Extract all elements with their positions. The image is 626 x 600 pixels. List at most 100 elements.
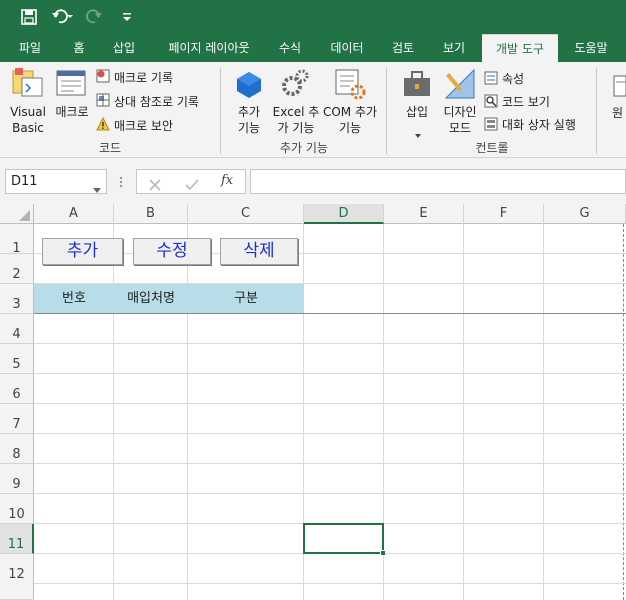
- view-code-label: 코드 보기: [502, 95, 550, 109]
- grid-line: [34, 583, 626, 584]
- table-header-number: 번호: [34, 284, 114, 313]
- tab-view[interactable]: 보기: [434, 34, 474, 62]
- column-header-g[interactable]: G: [544, 204, 626, 224]
- tab-data[interactable]: 데이터: [322, 34, 372, 62]
- row-header-3[interactable]: 3: [0, 284, 34, 314]
- record-macro-icon: [96, 68, 110, 83]
- grid-line: [34, 373, 626, 374]
- ribbon-tab-bar: 파일 홈 삽입 페이지 레이아웃 수식 데이터 검토 보기 개발 도구 도움말: [0, 34, 626, 62]
- group-label-code: 코드: [98, 141, 122, 155]
- select-all-corner[interactable]: [0, 204, 34, 224]
- run-dialog-icon: [484, 116, 498, 131]
- macro-security-label: 매크로 보안: [114, 119, 174, 133]
- insert-function-icon[interactable]: fx: [221, 173, 233, 188]
- grid-line: [34, 433, 626, 434]
- row-header-2[interactable]: 2: [0, 254, 34, 284]
- row-header-8[interactable]: 8: [0, 434, 34, 464]
- save-icon[interactable]: [18, 7, 40, 27]
- grid-line: [34, 493, 626, 494]
- title-bar: [0, 0, 626, 34]
- row-header-6[interactable]: 6: [0, 374, 34, 404]
- macro-label: 매크로: [55, 105, 89, 119]
- column-header-c[interactable]: C: [188, 204, 304, 224]
- undo-icon[interactable]: [50, 7, 74, 27]
- run-dialog-label: 대화 상자 실행: [502, 118, 576, 132]
- worksheet-grid[interactable]: A B C D E F G 1 2 3 4 5 6 7 8 9 10 11 12…: [0, 204, 626, 600]
- column-header-a[interactable]: A: [34, 204, 114, 224]
- excel-addins-label: Excel 추가 기능: [272, 105, 320, 135]
- enter-icon[interactable]: [185, 176, 199, 195]
- formula-input[interactable]: [250, 169, 626, 194]
- edit-button[interactable]: 수정: [133, 238, 211, 265]
- grid-line: [463, 224, 464, 600]
- row-header-1[interactable]: 1: [0, 224, 34, 256]
- visual-basic-label: Visual Basic: [10, 105, 46, 135]
- row-header-9[interactable]: 9: [0, 464, 34, 494]
- table-header-category: 구분: [188, 284, 304, 313]
- relative-reference-icon: [96, 92, 110, 107]
- design-mode-icon: [444, 68, 476, 100]
- tab-insert[interactable]: 삽입: [104, 34, 144, 62]
- macro-icon: [56, 68, 86, 98]
- grid-line: [34, 403, 626, 404]
- name-box-value: D11: [11, 174, 38, 189]
- formula-bar-area: D11 fx: [0, 158, 626, 204]
- record-macro-label: 매크로 기록: [114, 71, 174, 85]
- ribbon-panel: Visual Basic 매크로 매크로 기록 상대 참조로 기록 매크로 보안…: [0, 62, 626, 158]
- row-header-5[interactable]: 5: [0, 344, 34, 374]
- formula-buttons: fx: [136, 169, 246, 194]
- column-header-e[interactable]: E: [384, 204, 464, 224]
- grid-line: [543, 224, 544, 600]
- insert-control-label: 삽입: [405, 105, 429, 119]
- grid-line: [113, 224, 114, 600]
- grid-line: [34, 343, 626, 344]
- add-button[interactable]: 추가: [42, 238, 123, 265]
- column-header-f[interactable]: F: [464, 204, 544, 224]
- group-label-addins: 추가 기능: [280, 141, 328, 155]
- addins-icon: [234, 70, 264, 100]
- group-separator: [386, 68, 387, 154]
- com-addins-label: COM 추가 기능: [322, 105, 378, 135]
- com-addins-icon: [334, 68, 366, 100]
- group-label-controls: 컨트롤: [475, 141, 509, 155]
- toolbox-icon: [402, 70, 432, 98]
- addins-label: 추가 기능: [237, 105, 261, 135]
- tab-home[interactable]: 홈: [62, 34, 96, 62]
- row-header-7[interactable]: 7: [0, 404, 34, 434]
- column-header-b[interactable]: B: [114, 204, 188, 224]
- tab-help[interactable]: 도움말: [565, 34, 617, 62]
- row-header-11[interactable]: 11: [0, 524, 34, 554]
- column-header-d[interactable]: D: [304, 204, 384, 224]
- table-header-vendor: 매입처명: [114, 284, 188, 313]
- tab-file[interactable]: 파일: [8, 34, 52, 62]
- properties-label: 속성: [502, 72, 525, 86]
- group-separator: [220, 68, 221, 154]
- page-break-line: [623, 224, 624, 600]
- tab-page-layout[interactable]: 페이지 레이아웃: [155, 34, 263, 62]
- chevron-down-icon: [414, 124, 422, 138]
- relative-reference-label: 상대 참조로 기록: [114, 95, 199, 109]
- customize-toolbar-icon[interactable]: [120, 7, 134, 27]
- excel-addins-icon: [280, 68, 310, 98]
- properties-icon: [484, 70, 498, 85]
- tab-review[interactable]: 검토: [383, 34, 423, 62]
- tab-developer[interactable]: 개발 도구: [482, 34, 558, 62]
- cancel-icon[interactable]: [149, 176, 161, 195]
- more-options-icon: [118, 174, 124, 188]
- row-header-12[interactable]: 12: [0, 554, 34, 600]
- warning-icon: [96, 116, 110, 131]
- fill-handle[interactable]: [380, 550, 386, 556]
- source-label: 원: [612, 106, 624, 120]
- active-cell-d11[interactable]: [303, 523, 384, 554]
- row-header-10[interactable]: 10: [0, 494, 34, 524]
- grid-line: [187, 224, 188, 600]
- design-mode-label: 디자인 모드: [443, 105, 477, 135]
- tab-formulas[interactable]: 수식: [270, 34, 310, 62]
- group-separator: [596, 68, 597, 154]
- name-box[interactable]: D11: [5, 169, 107, 194]
- chevron-down-icon[interactable]: [93, 179, 101, 202]
- source-icon: [612, 74, 626, 98]
- row-header-4[interactable]: 4: [0, 314, 34, 344]
- delete-button[interactable]: 삭제: [220, 238, 298, 265]
- redo-icon[interactable]: [84, 7, 108, 27]
